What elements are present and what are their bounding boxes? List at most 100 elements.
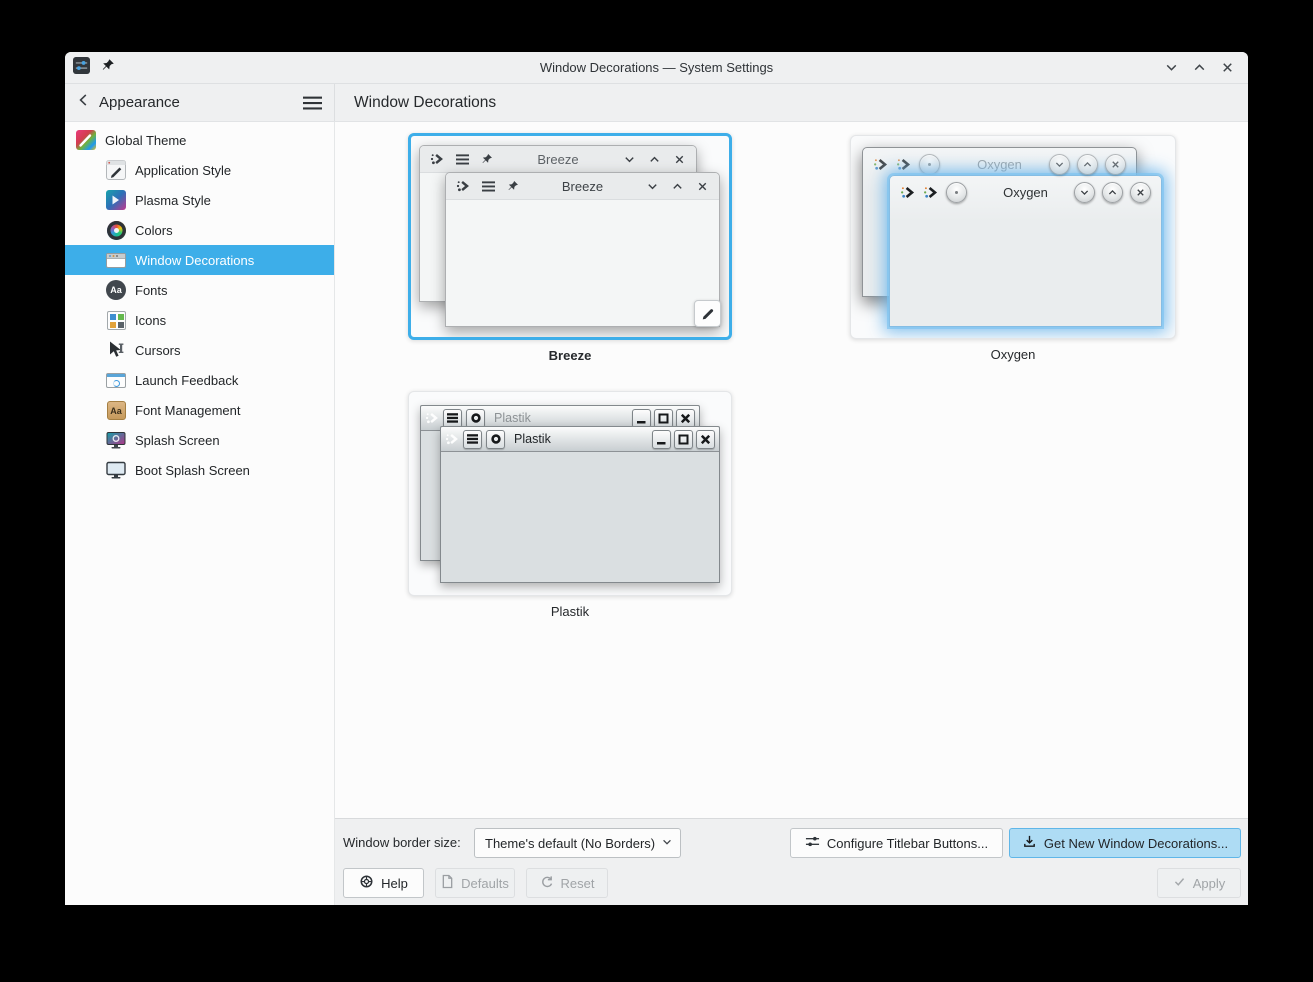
sidebar-item-splash-screen[interactable]: Splash Screen — [65, 425, 334, 455]
breadcrumb[interactable]: Appearance — [99, 94, 180, 111]
sidebar-item-plasma-style[interactable]: Plasma Style — [65, 185, 334, 215]
menu-button — [443, 409, 462, 428]
undo-icon — [540, 875, 554, 892]
theme-grid: Breeze — [335, 122, 1248, 818]
sidebar-item-global-theme[interactable]: Global Theme — [65, 125, 334, 155]
theme-card-plastik[interactable]: Plastik — [408, 391, 732, 596]
sidebar-item-colors[interactable]: Colors — [65, 215, 334, 245]
sidebar-item-label: Application Style — [135, 163, 231, 178]
close-button[interactable] — [1220, 60, 1235, 75]
reset-button[interactable]: Reset — [526, 868, 608, 898]
border-size-label: Window border size: — [343, 828, 461, 858]
document-icon — [441, 874, 454, 892]
font-management-icon — [105, 399, 127, 421]
sidebar-item-fonts[interactable]: Fonts — [65, 275, 334, 305]
menu-icon[interactable] — [303, 96, 322, 110]
colors-icon — [105, 219, 127, 241]
edit-theme-button[interactable] — [694, 300, 721, 327]
system-settings-app-icon — [73, 57, 90, 79]
preview-title: Plastik — [514, 432, 551, 446]
sidebar-item-application-style[interactable]: Application Style — [65, 155, 334, 185]
window-decorations-icon — [105, 249, 127, 271]
close-icon — [676, 409, 695, 428]
border-size-select[interactable]: Theme's default (No Borders) — [474, 828, 681, 858]
minimize-button[interactable] — [1164, 60, 1179, 75]
sidebar-item-label: Splash Screen — [135, 433, 220, 448]
window-title: Window Decorations — System Settings — [65, 60, 1248, 75]
apply-button[interactable]: Apply — [1157, 868, 1241, 898]
sidebar-item-label: Plasma Style — [135, 193, 211, 208]
sidebar-item-label: Fonts — [135, 283, 168, 298]
sidebar-item-label: Colors — [135, 223, 173, 238]
close-icon — [1105, 154, 1126, 175]
close-icon — [1130, 182, 1151, 203]
back-icon[interactable] — [77, 92, 90, 113]
maximize-icon — [671, 180, 684, 193]
close-icon — [696, 430, 715, 449]
minimize-icon — [652, 430, 671, 449]
sidebar-item-label: Icons — [135, 313, 166, 328]
global-theme-icon — [75, 129, 97, 151]
theme-name-label: Oxygen — [850, 347, 1176, 362]
sidebar-item-boot-splash-screen[interactable]: Boot Splash Screen — [65, 455, 334, 485]
maximize-icon — [648, 153, 661, 166]
sidebar-item-label: Cursors — [135, 343, 181, 358]
close-icon — [696, 180, 709, 193]
sidebar: Global Theme Application Style Plasma St… — [65, 122, 335, 905]
sidebar-item-cursors[interactable]: Cursors — [65, 335, 334, 365]
system-settings-window: Window Decorations — System Settings App… — [65, 52, 1248, 905]
desktop-background: Window Decorations — System Settings App… — [0, 0, 1313, 982]
menu-button — [463, 430, 482, 449]
sidebar-item-window-decorations[interactable]: Window Decorations — [65, 245, 334, 275]
close-icon — [673, 153, 686, 166]
header-row: Appearance Window Decorations — [65, 84, 1248, 122]
sidebar-item-font-management[interactable]: Font Management — [65, 395, 334, 425]
maximize-icon — [654, 409, 673, 428]
preview-window-active: Plastik — [440, 426, 720, 583]
theme-name-label: Plastik — [408, 604, 732, 619]
minimize-icon — [623, 153, 636, 166]
pin-icon[interactable] — [101, 58, 115, 77]
maximize-icon — [674, 430, 693, 449]
boot-splash-screen-icon — [105, 459, 127, 481]
help-button[interactable]: Help — [343, 868, 424, 898]
chevron-down-icon — [661, 836, 673, 851]
maximize-icon — [1102, 182, 1123, 203]
sidebar-item-label: Global Theme — [105, 133, 186, 148]
sidebar-item-label: Boot Splash Screen — [135, 463, 250, 478]
window-titlebar[interactable]: Window Decorations — System Settings — [65, 52, 1248, 84]
theme-card-breeze[interactable]: Breeze — [408, 133, 732, 340]
preview-window-active: Breeze — [445, 172, 720, 327]
cursors-icon — [105, 339, 127, 361]
minimize-icon — [1049, 154, 1070, 175]
border-size-value: Theme's default (No Borders) — [485, 836, 655, 851]
plasma-style-icon — [105, 189, 127, 211]
main-header: Window Decorations — [335, 84, 1248, 121]
theme-card-oxygen[interactable]: Oxygen — [850, 135, 1176, 339]
download-icon — [1022, 834, 1037, 852]
theme-name-label: Breeze — [408, 348, 732, 363]
maximize-button[interactable] — [1192, 60, 1207, 75]
icons-icon — [105, 309, 127, 331]
sidebar-item-icons[interactable]: Icons — [65, 305, 334, 335]
kde-menu-icon — [425, 411, 439, 425]
minimize-icon — [1074, 182, 1095, 203]
check-icon — [1173, 875, 1186, 891]
get-new-decorations-button[interactable]: Get New Window Decorations... — [1009, 828, 1241, 858]
page-title: Window Decorations — [354, 94, 496, 112]
application-style-icon — [105, 159, 127, 181]
sidebar-item-launch-feedback[interactable]: Launch Feedback — [65, 365, 334, 395]
preview-window-active: Oxygen — [889, 175, 1162, 327]
kde-menu-icon — [445, 432, 459, 446]
launch-feedback-icon — [105, 369, 127, 391]
gear-icon — [466, 409, 485, 428]
minimize-icon — [632, 409, 651, 428]
maximize-icon — [1077, 154, 1098, 175]
preview-title: Plastik — [494, 411, 531, 425]
defaults-button[interactable]: Defaults — [435, 868, 515, 898]
splash-screen-icon — [105, 429, 127, 451]
footer-bar: Window border size: Theme's default (No … — [335, 818, 1248, 905]
configure-titlebar-buttons-button[interactable]: Configure Titlebar Buttons... — [790, 828, 1003, 858]
sidebar-item-label: Window Decorations — [135, 253, 254, 268]
minimize-icon — [646, 180, 659, 193]
